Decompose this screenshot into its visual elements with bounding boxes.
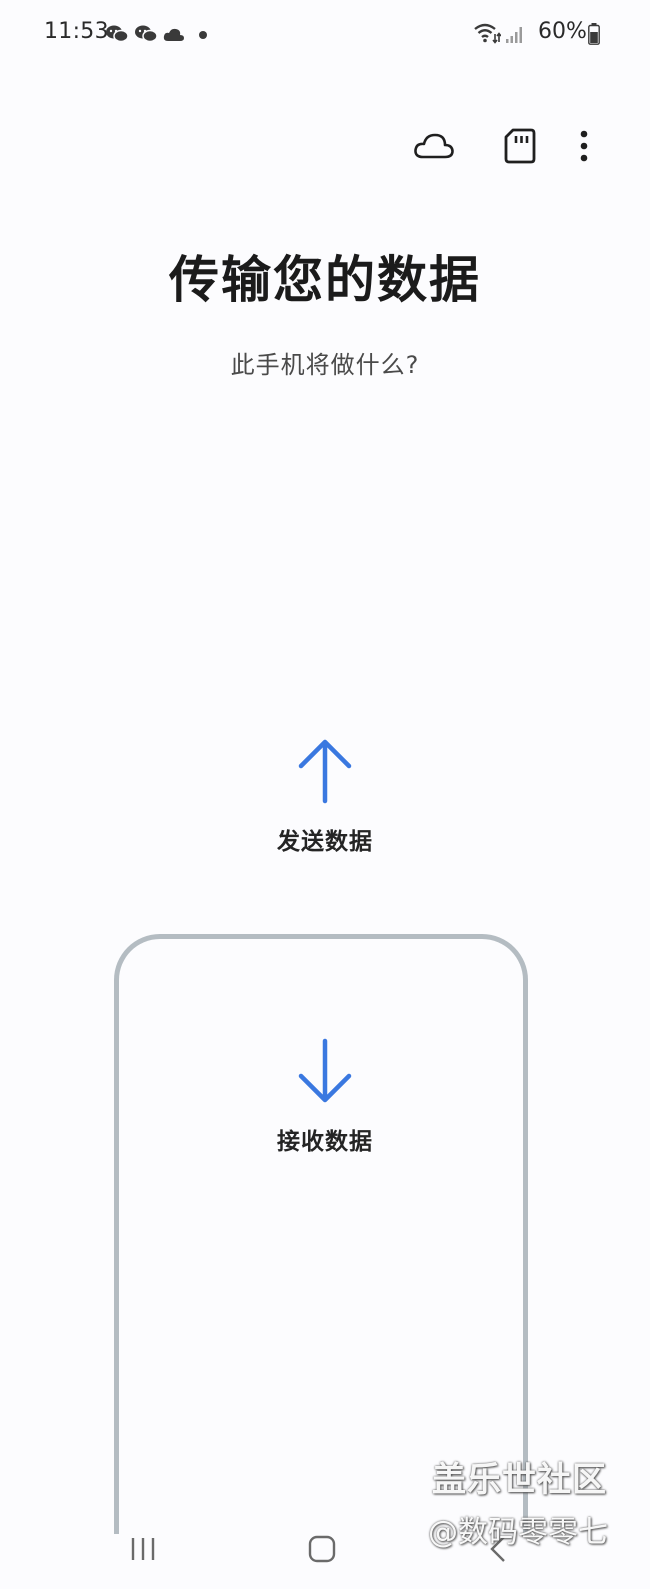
wechat-icon [105, 24, 129, 48]
watermark-community: 盖乐世社区 [432, 1460, 607, 1500]
battery-level: 60% [538, 19, 587, 44]
send-data-label: 发送数据 [277, 829, 373, 855]
status-time: 11:53 [44, 19, 109, 44]
page-subtitle: 此手机将做什么? [230, 351, 420, 379]
signal-icon [505, 24, 525, 48]
page-title: 传输您的数据 [169, 251, 481, 309]
receive-data-panel[interactable] [114, 934, 528, 1534]
receive-data-button[interactable]: 接收数据 [200, 1038, 450, 1156]
wifi-icon [473, 22, 502, 48]
arrow-down-icon [200, 1038, 450, 1104]
send-data-button[interactable]: 发送数据 [200, 738, 450, 856]
watermark-author: @数码零零七 [428, 1515, 608, 1550]
status-bar: 11:53 60% [0, 0, 650, 70]
receive-data-label: 接收数据 [277, 1129, 373, 1155]
cloud-icon [163, 27, 185, 46]
cloud-icon[interactable] [410, 122, 458, 170]
wechat-icon [134, 24, 158, 48]
arrow-up-icon [200, 738, 450, 804]
notification-dot [199, 31, 207, 39]
recent-apps-icon[interactable] [113, 1527, 173, 1571]
more-options-icon[interactable] [560, 122, 608, 170]
sd-card-icon[interactable] [496, 122, 544, 170]
home-icon[interactable] [292, 1527, 352, 1571]
battery-icon [588, 23, 600, 49]
